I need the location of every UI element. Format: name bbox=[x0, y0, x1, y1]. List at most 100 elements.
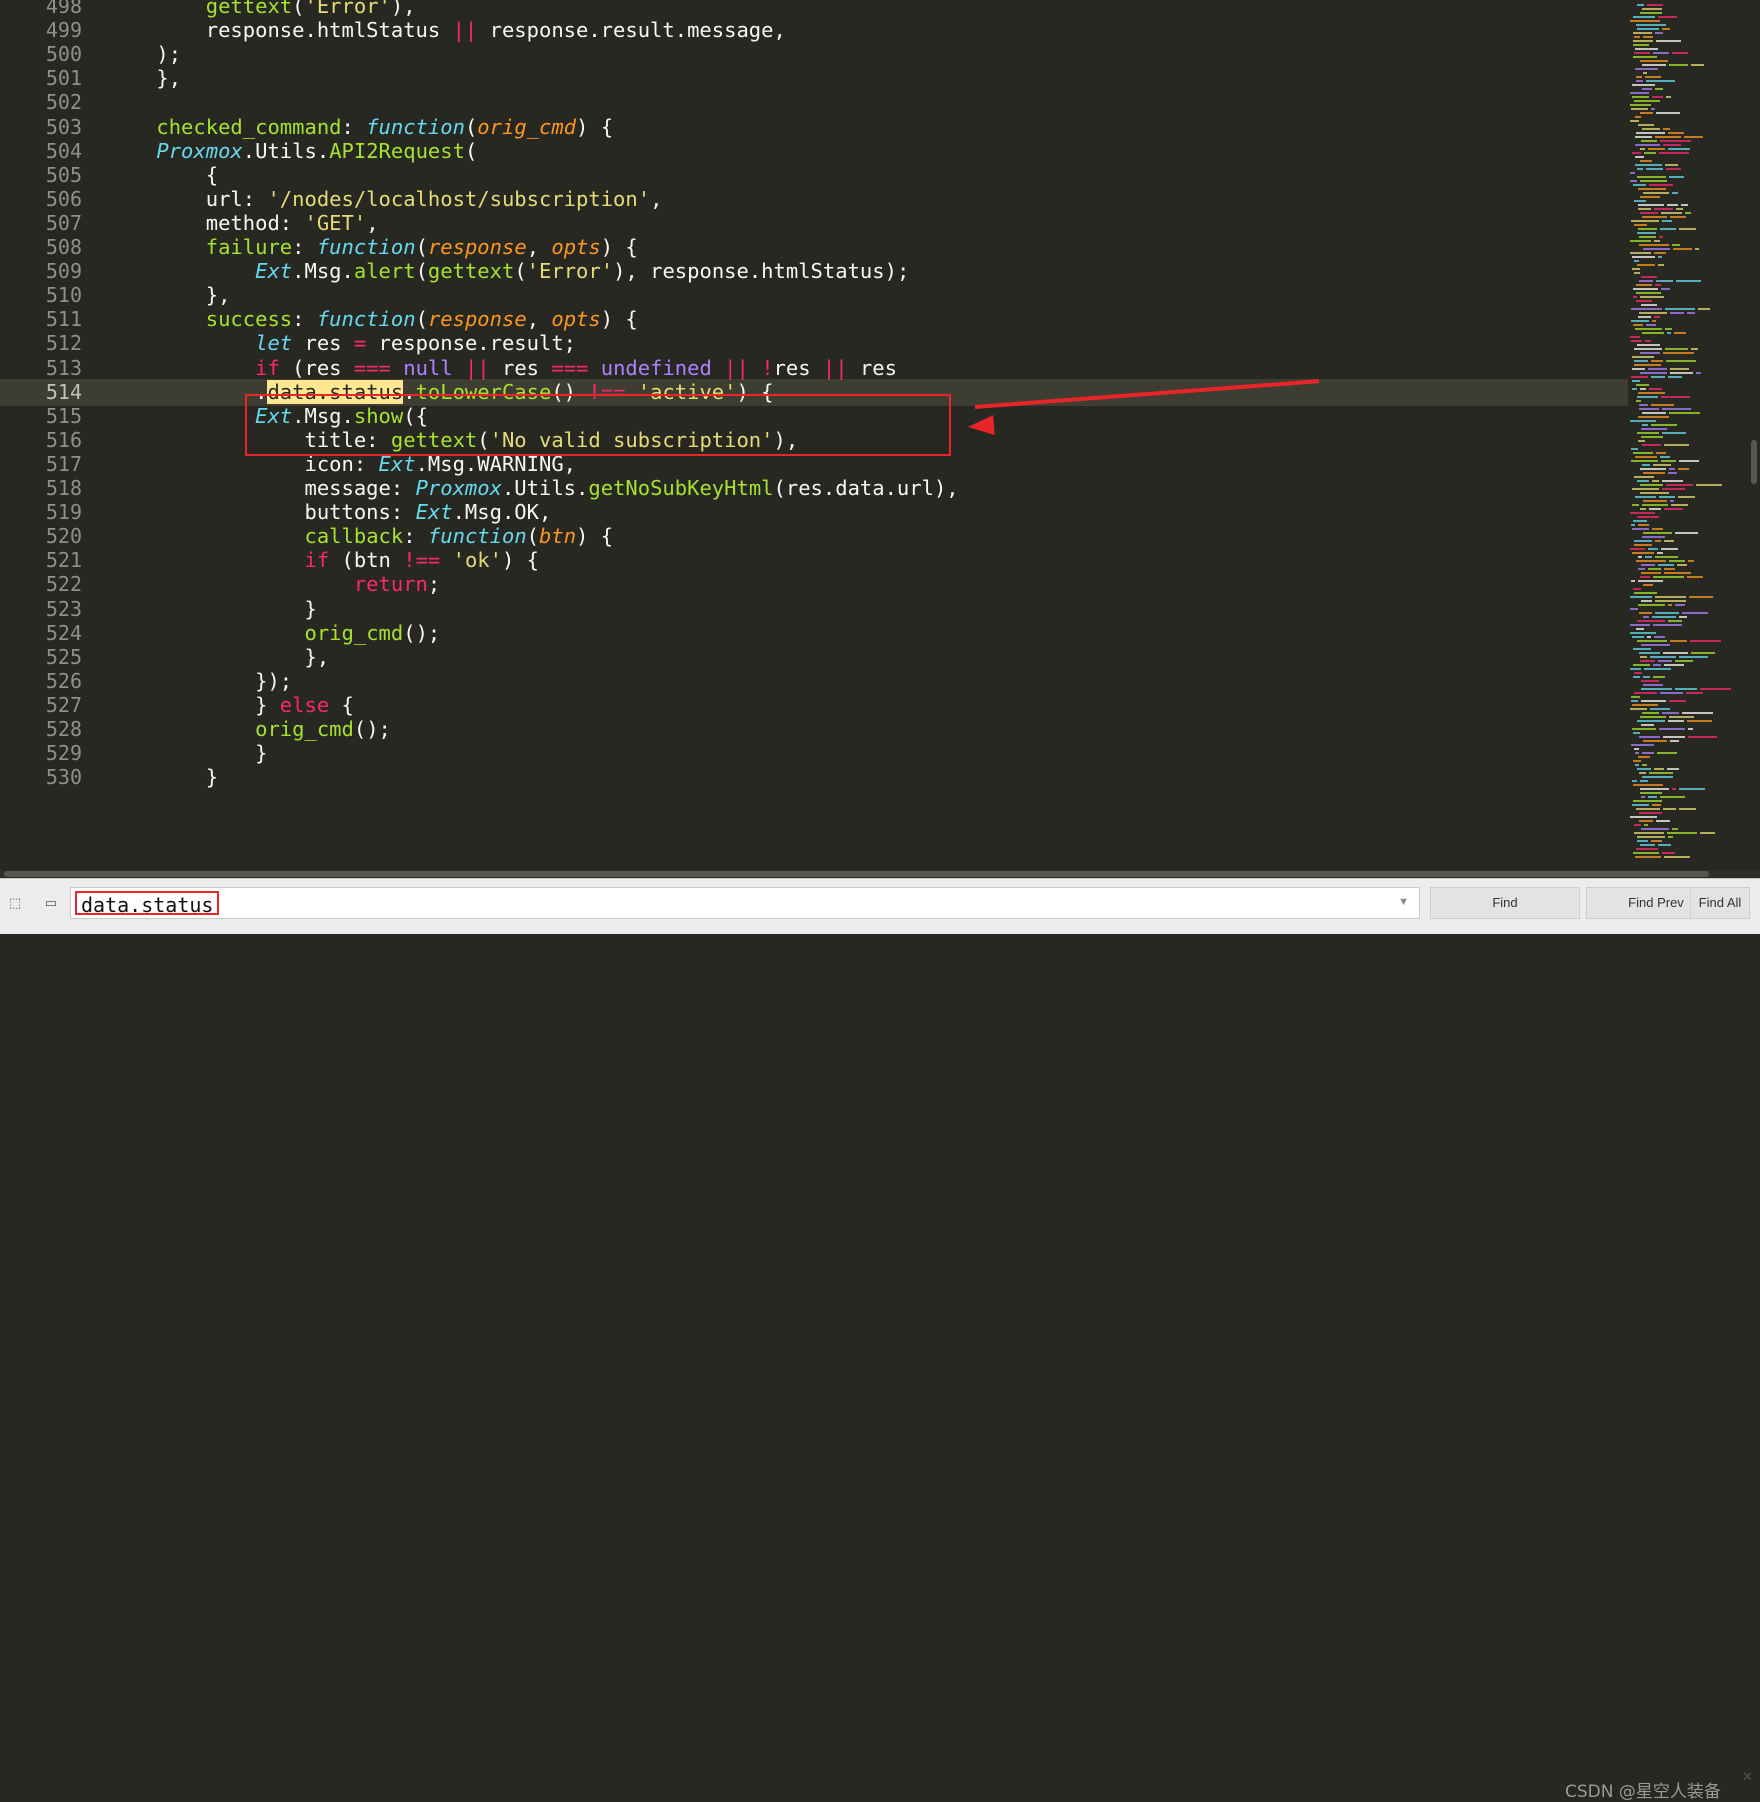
code-token: (); bbox=[353, 717, 391, 741]
vertical-scrollbar[interactable] bbox=[1748, 0, 1760, 877]
code-line[interactable]: } bbox=[107, 740, 267, 767]
code-token: , bbox=[650, 186, 663, 211]
vertical-scroll-thumb[interactable] bbox=[1751, 440, 1757, 484]
minimap-line bbox=[1642, 504, 1668, 506]
line-number: 527 bbox=[45, 692, 82, 717]
minimap-line bbox=[1675, 532, 1698, 534]
minimap-line bbox=[1676, 280, 1701, 282]
history-dropdown-icon[interactable]: ▼ bbox=[1398, 896, 1409, 908]
code-line[interactable]: }, bbox=[107, 282, 231, 309]
minimap-line bbox=[1639, 408, 1659, 410]
code-line[interactable]: success: function(response, opts) { bbox=[107, 306, 638, 333]
minimap-line bbox=[1643, 36, 1653, 38]
line-number-gutter: 498 499 500 501 502 503 504 505 506 507 508 509 510 5… bbox=[0, 0, 100, 877]
find-input-wrap[interactable]: data.status ▼ bbox=[70, 887, 1420, 919]
minimap-line bbox=[1630, 548, 1645, 550]
code-line[interactable]: }); bbox=[107, 668, 292, 695]
line-number: 513 bbox=[45, 355, 82, 380]
horizontal-scroll-thumb[interactable] bbox=[4, 871, 1709, 877]
code-line[interactable]: method: 'GET', bbox=[107, 210, 379, 237]
minimap-line bbox=[1643, 740, 1667, 742]
minimap-line bbox=[1645, 340, 1651, 342]
code-line[interactable]: url: '/nodes/localhost/subscription', bbox=[107, 186, 663, 213]
regex-toggle-icon[interactable]: ⬚ bbox=[6, 896, 24, 910]
minimap-line bbox=[1632, 388, 1637, 390]
minimap-line bbox=[1661, 460, 1676, 462]
code-line[interactable]: } else { bbox=[107, 692, 354, 719]
minimap-line bbox=[1638, 604, 1665, 606]
minimap-line bbox=[1666, 360, 1696, 362]
code-line[interactable]: orig_cmd(); bbox=[107, 620, 440, 647]
code-token: undefined bbox=[600, 355, 712, 380]
code-token: .Msg.OK, bbox=[452, 500, 552, 525]
minimap-line bbox=[1630, 668, 1641, 670]
minimap-line bbox=[1669, 560, 1685, 562]
code-line[interactable]: }, bbox=[107, 65, 181, 92]
code-line[interactable]: return; bbox=[107, 571, 440, 598]
minimap-line bbox=[1679, 228, 1696, 230]
minimap-line bbox=[1668, 472, 1677, 474]
minimap-line bbox=[1665, 164, 1678, 166]
minimap-line bbox=[1639, 280, 1653, 282]
code-line[interactable]: Proxmox.Utils.API2Request( bbox=[107, 138, 477, 165]
minimap-line bbox=[1635, 456, 1657, 458]
code-line[interactable]: if (btn !== 'ok') { bbox=[107, 547, 539, 574]
code-line[interactable]: checked_command: function(orig_cmd) { bbox=[107, 114, 613, 141]
line-number: 528 bbox=[45, 717, 82, 741]
minimap-line bbox=[1644, 152, 1656, 154]
minimap-line bbox=[1654, 240, 1660, 242]
minimap-line bbox=[1637, 516, 1659, 518]
code-line[interactable]: callback: function(btn) { bbox=[107, 523, 613, 550]
code-token: ; bbox=[427, 572, 441, 597]
minimap-line bbox=[1670, 216, 1686, 218]
minimap-line bbox=[1639, 404, 1648, 406]
minimap-line bbox=[1642, 216, 1667, 218]
case-toggle-icon[interactable]: ▭ bbox=[42, 896, 60, 910]
code-line[interactable]: } bbox=[107, 596, 316, 623]
horizontal-scrollbar[interactable] bbox=[0, 870, 1760, 877]
minimap-line bbox=[1634, 364, 1661, 366]
code-line[interactable]: ); bbox=[107, 41, 181, 68]
code-line[interactable]: }, bbox=[107, 644, 329, 671]
minimap-line bbox=[1644, 824, 1648, 826]
minimap-line bbox=[1643, 684, 1663, 686]
minimap-line bbox=[1633, 760, 1641, 762]
minimap-line bbox=[1667, 332, 1671, 334]
find-button[interactable]: Find bbox=[1430, 887, 1580, 919]
code-token: failure bbox=[205, 235, 293, 259]
minimap-line bbox=[1631, 580, 1635, 582]
minimap-line bbox=[1652, 804, 1661, 806]
minimap-line bbox=[1638, 124, 1654, 126]
close-icon[interactable]: ✕ bbox=[1742, 1769, 1753, 1785]
code-editor[interactable]: 498 499 500 501 502 503 504 505 506 507 508 509 510 5… bbox=[0, 0, 1760, 877]
minimap-line bbox=[1638, 556, 1642, 558]
minimap-line bbox=[1631, 340, 1642, 342]
minimap-line bbox=[1636, 628, 1644, 630]
minimap-line bbox=[1672, 192, 1678, 194]
code-line[interactable]: { bbox=[107, 162, 218, 189]
code-token: response.htmlStatus bbox=[107, 18, 453, 43]
minimap-line bbox=[1633, 452, 1653, 454]
code-line[interactable]: Ext.Msg.alert(gettext('Error'), response… bbox=[107, 258, 909, 285]
find-input[interactable]: data.status bbox=[75, 891, 220, 917]
code-line[interactable]: buttons: Ext.Msg.OK, bbox=[107, 499, 551, 526]
code-line[interactable]: response.htmlStatus || response.result.m… bbox=[107, 17, 786, 44]
find-all-button[interactable]: Find All bbox=[1690, 887, 1750, 919]
code-line[interactable]: } bbox=[107, 764, 218, 791]
code-line[interactable]: message: Proxmox.Utils.getNoSubKeyHtml(r… bbox=[107, 475, 958, 502]
code-line[interactable]: if (res === null || res === undefined ||… bbox=[107, 355, 897, 382]
minimap-line bbox=[1666, 484, 1693, 486]
code-token: opts bbox=[551, 235, 601, 259]
minimap-line bbox=[1630, 420, 1656, 422]
minimap[interactable] bbox=[1628, 0, 1748, 870]
minimap-line bbox=[1642, 776, 1673, 778]
code-token: orig_cmd bbox=[304, 620, 404, 645]
code-line[interactable]: failure: function(response, opts) { bbox=[107, 234, 638, 261]
code-line[interactable]: let res = response.result; bbox=[107, 330, 576, 357]
code-line[interactable]: orig_cmd(); bbox=[107, 716, 391, 743]
minimap-line bbox=[1631, 524, 1635, 526]
